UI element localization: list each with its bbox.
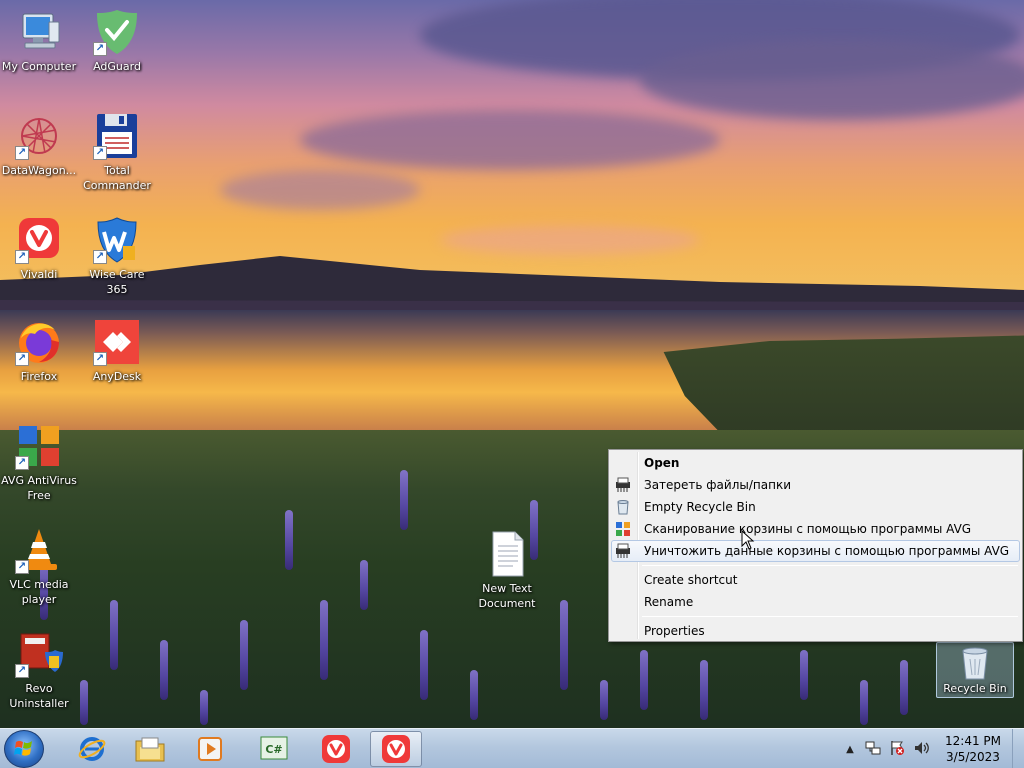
wallpaper-flower xyxy=(470,670,478,720)
menu-item-create-shortcut[interactable]: Create shortcut xyxy=(611,569,1020,591)
taskbar-file-explorer[interactable] xyxy=(124,731,176,767)
firefox-icon: ↗ xyxy=(15,318,63,366)
desktop-icon-vivaldi[interactable]: ↗ Vivaldi xyxy=(0,216,78,282)
vivaldi-icon: ↗ xyxy=(15,216,63,264)
menu-separator xyxy=(642,565,1018,566)
mouse-cursor-icon xyxy=(741,529,755,553)
computer-icon xyxy=(15,8,63,56)
shortcut-arrow-icon: ↗ xyxy=(15,664,29,678)
desktop-icon-avg[interactable]: ↗ AVG AntiVirus Free xyxy=(0,422,78,503)
desktop-icon-datawagon[interactable]: ↗ DataWagon... xyxy=(0,112,78,178)
shortcut-arrow-icon: ↗ xyxy=(93,146,107,160)
shortcut-arrow-icon: ↗ xyxy=(93,250,107,264)
shortcut-arrow-icon: ↗ xyxy=(93,352,107,366)
wallpaper-flower xyxy=(800,650,808,700)
menu-item-avg-scan[interactable]: Сканирование корзины с помощью программы… xyxy=(611,518,1020,540)
wallpaper-flower xyxy=(80,680,88,725)
recycle-bin-icon xyxy=(955,645,995,681)
shortcut-arrow-icon: ↗ xyxy=(93,42,107,56)
taskbar-internet-explorer[interactable] xyxy=(66,731,118,767)
wallpaper-flower xyxy=(700,660,708,720)
system-tray: ▲ xyxy=(843,729,931,768)
wallpaper-flower xyxy=(400,470,408,530)
taskbar-clock[interactable]: 12:41 PM 3/5/2023 xyxy=(938,733,1008,765)
clock-time: 12:41 PM xyxy=(945,734,1001,748)
context-menu: Open Затереть файлы/папки Empty Recycle … xyxy=(608,449,1023,642)
csharp-editor-icon: C# xyxy=(260,736,288,760)
taskbar-vivaldi[interactable] xyxy=(310,731,362,767)
desktop-icon-new-text-document[interactable]: New Text Document xyxy=(468,530,546,611)
wallpaper-flower xyxy=(900,660,908,715)
recycle-bin-small-icon xyxy=(615,499,631,515)
vlc-cone-icon: ↗ xyxy=(15,526,63,574)
network-icon[interactable] xyxy=(865,740,881,759)
menu-item-avg-shred[interactable]: Уничтожить данные корзины с помощью прог… xyxy=(611,540,1020,562)
menu-item-wipe-files[interactable]: Затереть файлы/папки xyxy=(611,474,1020,496)
wallpaper-flower xyxy=(640,650,648,710)
clock-date: 3/5/2023 xyxy=(946,750,1000,764)
menu-separator xyxy=(642,616,1018,617)
svg-text:C#: C# xyxy=(265,743,282,756)
vivaldi-icon xyxy=(382,735,410,763)
action-center-flag-icon[interactable] xyxy=(889,740,905,759)
desktop-icon-revo[interactable]: ↗ Revo Uninstaller xyxy=(0,630,78,711)
shredder-icon xyxy=(615,543,631,559)
wallpaper-flower xyxy=(860,680,868,725)
wallpaper-cloud xyxy=(640,40,1024,120)
wallpaper-flower xyxy=(285,510,293,570)
desktop-icon-recycle-bin[interactable]: Recycle Bin xyxy=(936,642,1014,698)
show-hidden-icons-chevron-icon[interactable]: ▲ xyxy=(843,744,857,755)
revo-uninstaller-icon: ↗ xyxy=(15,630,63,678)
file-explorer-icon xyxy=(135,737,165,762)
taskbar-vivaldi-active[interactable] xyxy=(370,731,422,767)
wallpaper-flower xyxy=(360,560,368,610)
desktop-icon-anydesk[interactable]: ↗ AnyDesk xyxy=(78,318,156,384)
text-document-icon xyxy=(483,530,531,578)
shortcut-arrow-icon: ↗ xyxy=(15,560,29,574)
desktop-icon-my-computer[interactable]: My Computer xyxy=(0,8,78,74)
desktop-icon-total-commander[interactable]: ↗ Total Commander xyxy=(78,112,156,193)
wallpaper-flower xyxy=(320,600,328,680)
internet-explorer-icon xyxy=(78,737,106,761)
taskbar-media-player[interactable] xyxy=(184,731,236,767)
wise-care-shield-icon: ↗ xyxy=(93,216,141,264)
start-button[interactable] xyxy=(4,730,44,768)
wallpaper-cloud xyxy=(220,170,420,210)
shortcut-arrow-icon: ↗ xyxy=(15,250,29,264)
wallpaper-flower xyxy=(600,680,608,720)
shredder-icon xyxy=(615,477,631,493)
vivaldi-icon xyxy=(322,735,350,763)
wallpaper-flower xyxy=(110,600,118,670)
menu-item-open[interactable]: Open xyxy=(611,452,1020,474)
taskbar: C# ▲ 12:41 PM 3/5/2023 xyxy=(0,728,1024,768)
menu-item-empty-recycle-bin[interactable]: Empty Recycle Bin xyxy=(611,496,1020,518)
avg-small-icon xyxy=(615,521,631,537)
shortcut-arrow-icon: ↗ xyxy=(15,456,29,470)
menu-item-properties[interactable]: Properties xyxy=(611,620,1020,642)
shortcut-arrow-icon: ↗ xyxy=(15,352,29,366)
datawagon-icon: ↗ xyxy=(15,112,63,160)
wallpaper-flower xyxy=(160,640,168,700)
windows-logo-icon xyxy=(14,740,32,756)
desktop-icon-wise-care[interactable]: ↗ Wise Care 365 xyxy=(78,216,156,297)
adguard-shield-icon: ↗ xyxy=(93,8,141,56)
floppy-disk-icon: ↗ xyxy=(93,112,141,160)
desktop-icon-vlc[interactable]: ↗ VLC media player xyxy=(0,526,78,607)
avg-icon: ↗ xyxy=(15,422,63,470)
taskbar-csharp-editor[interactable]: C# xyxy=(248,731,300,767)
wallpaper-flower xyxy=(240,620,248,690)
wallpaper-flower xyxy=(560,600,568,690)
show-desktop-button[interactable] xyxy=(1012,729,1024,768)
anydesk-icon: ↗ xyxy=(93,318,141,366)
volume-icon[interactable] xyxy=(913,740,931,759)
wallpaper-flower xyxy=(420,630,428,700)
wallpaper-cloud xyxy=(300,110,720,170)
desktop-icon-firefox[interactable]: ↗ Firefox xyxy=(0,318,78,384)
desktop-icon-adguard[interactable]: ↗ AdGuard xyxy=(78,8,156,74)
wallpaper-flower xyxy=(200,690,208,725)
menu-item-rename[interactable]: Rename xyxy=(611,591,1020,613)
media-player-icon xyxy=(198,737,222,761)
shortcut-arrow-icon: ↗ xyxy=(15,146,29,160)
